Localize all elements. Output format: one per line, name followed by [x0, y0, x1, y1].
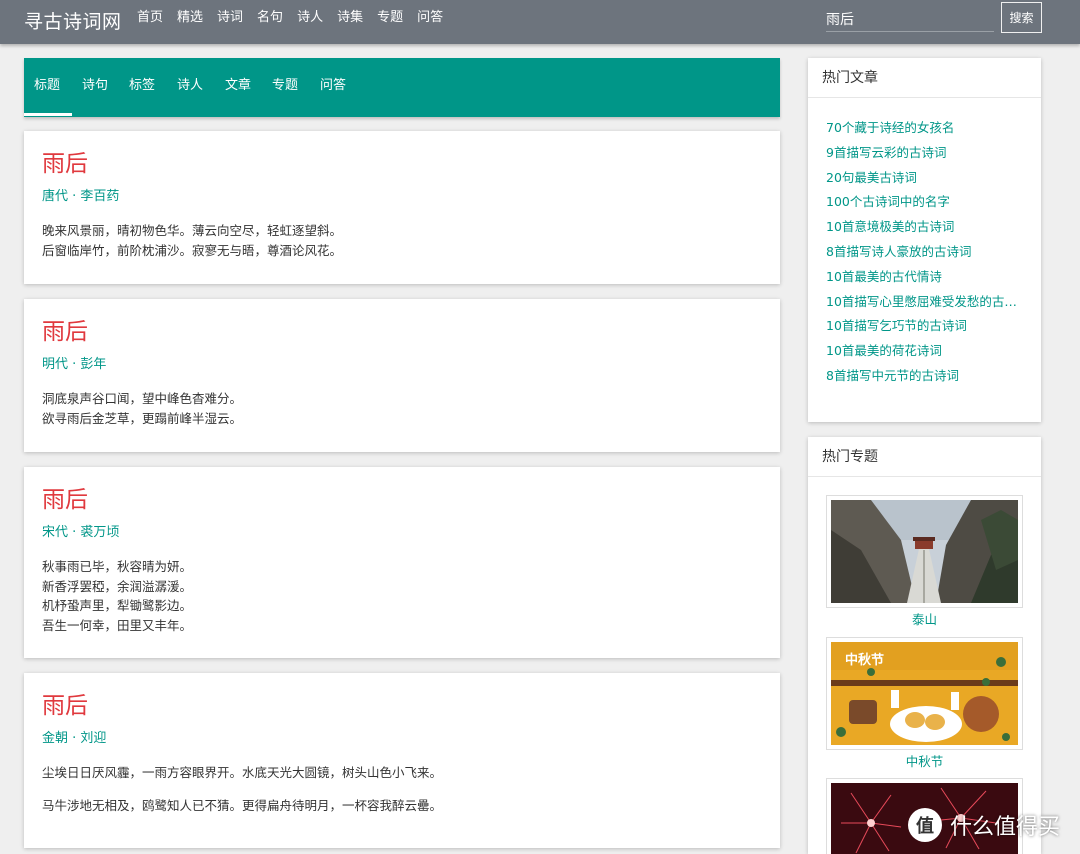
nav-item-topics[interactable]: 专题: [377, 10, 403, 26]
watermark-text: 什么值得买: [950, 815, 1061, 840]
poem-title[interactable]: 雨后: [42, 486, 88, 514]
poem-body: 晚来风景丽，晴初物色华。薄云向空尽，轻虹逐望斜。 后窗临岸竹，前阶枕浦沙。寂寥无…: [42, 221, 762, 260]
panel-heading: 热门文章: [808, 58, 1041, 98]
search-input[interactable]: [826, 7, 994, 32]
poem-author[interactable]: 唐代 · 李百药: [42, 189, 119, 205]
tab-topic[interactable]: 专题: [272, 78, 298, 94]
poem-line: 新香浮罢稏，余润溢潺湲。: [42, 578, 193, 594]
poem-line: 吾生一何幸，田里又丰年。: [42, 617, 193, 633]
top-navbar: 寻古诗词网 首页 精选 诗词 名句 诗人 诗集 专题 问答 搜索: [0, 0, 1080, 44]
tab-poet[interactable]: 诗人: [177, 78, 203, 94]
poem-line: 马牛涉地无相及，鸥鹭知人已不猜。更得扁舟待明月，一杯容我醉云罍。: [42, 797, 443, 813]
poem-title[interactable]: 雨后: [42, 150, 88, 178]
article-link[interactable]: 8首描写中元节的古诗词: [826, 364, 1023, 389]
hot-articles-panel: 热门文章 70个藏于诗经的女孩名 9首描写云彩的古诗词 20句最美古诗词 100…: [808, 58, 1041, 422]
article-link[interactable]: 20句最美古诗词: [826, 166, 1023, 191]
site-logo[interactable]: 寻古诗词网: [24, 7, 122, 34]
poem-line: 尘埃日日厌风霾，一雨方容眼界开。水底天光大圆镜，树头山色小飞来。: [42, 765, 443, 780]
mountain-gate-image[interactable]: [826, 495, 1023, 608]
search-button[interactable]: 搜索: [1001, 2, 1042, 33]
poem-card: 雨后 明代 · 彭年 洞底泉声谷口闻，望中峰色杳难分。 欲寻雨后金芝草，更蹋前峰…: [24, 299, 780, 452]
nav-item-famous-lines[interactable]: 名句: [257, 10, 283, 26]
hot-articles-list: 70个藏于诗经的女孩名 9首描写云彩的古诗词 20句最美古诗词 100个古诗词中…: [808, 98, 1041, 389]
poem-title[interactable]: 雨后: [42, 318, 88, 346]
topic-name[interactable]: 泰山: [826, 612, 1023, 628]
article-link[interactable]: 10首描写乞巧节的古诗词: [826, 314, 1023, 339]
poem-line: 欲寻雨后金芝草，更蹋前峰半湿云。: [42, 410, 243, 426]
poem-author[interactable]: 金朝 · 刘迎: [42, 731, 106, 747]
panel-heading: 热门专题: [808, 437, 1041, 477]
poem-card: 雨后 金朝 · 刘迎 尘埃日日厌风霾，一雨方容眼界开。水底天光大圆镜，树头山色小…: [24, 673, 780, 848]
tab-qa[interactable]: 问答: [320, 78, 346, 94]
mid-autumn-image[interactable]: 中秋节: [826, 637, 1023, 750]
poem-line: 晚来风景丽，晴初物色华。薄云向空尽，轻虹逐望斜。: [42, 223, 343, 238]
tab-title[interactable]: 标题: [34, 78, 60, 94]
site-watermark: 值 什么值得买: [908, 808, 1060, 842]
nav-item-featured[interactable]: 精选: [177, 10, 203, 26]
topic-card-taishan[interactable]: 泰山: [826, 495, 1023, 628]
topic-name[interactable]: 中秋节: [826, 754, 1023, 770]
poem-body: 洞底泉声谷口闻，望中峰色杳难分。 欲寻雨后金芝草，更蹋前峰半湿云。: [42, 389, 762, 428]
nav-item-qa[interactable]: 问答: [417, 10, 443, 26]
article-link[interactable]: 100个古诗词中的名字: [826, 190, 1023, 215]
nav-item-home[interactable]: 首页: [137, 10, 163, 26]
topic-card-mid-autumn[interactable]: 中秋节 中秋节: [826, 637, 1023, 770]
tab-article[interactable]: 文章: [225, 78, 251, 94]
poem-card: 雨后 宋代 · 裘万顷 秋事雨已毕，秋容晴为妍。 新香浮罢稏，余润溢潺湲。 机杼…: [24, 467, 780, 658]
poem-line: 机杼蛩声里，犁锄鹭影边。: [42, 598, 193, 613]
tab-tag[interactable]: 标签: [129, 78, 155, 94]
article-link[interactable]: 8首描写诗人豪放的古诗词: [826, 240, 1023, 265]
watermark-logo-icon: 值: [908, 808, 942, 842]
article-link[interactable]: 9首描写云彩的古诗词: [826, 141, 1023, 166]
poem-author[interactable]: 宋代 · 裘万顷: [42, 525, 119, 541]
article-link[interactable]: 10首意境极美的古诗词: [826, 215, 1023, 240]
article-link[interactable]: 10首描写心里憋屈难受发愁的古诗词: [826, 290, 1023, 315]
hot-topics-panel: 热门专题 泰山 中秋节 中秋节: [808, 437, 1041, 854]
poem-author[interactable]: 明代 · 彭年: [42, 357, 106, 373]
poem-title[interactable]: 雨后: [42, 692, 88, 720]
active-tab-indicator: [24, 113, 72, 116]
nav-item-poems[interactable]: 诗词: [217, 10, 243, 26]
poem-card: 雨后 唐代 · 李百药 晚来风景丽，晴初物色华。薄云向空尽，轻虹逐望斜。 后窗临…: [24, 131, 780, 284]
poem-line: 后窗临岸竹，前阶枕浦沙。寂寥无与晤，尊酒论风花。: [42, 242, 343, 258]
poem-body: 秋事雨已毕，秋容晴为妍。 新香浮罢稏，余润溢潺湲。 机杼蛩声里，犁锄鹭影边。 吾…: [42, 557, 762, 635]
poem-body: 尘埃日日厌风霾，一雨方容眼界开。水底天光大圆镜，树头山色小飞来。 马牛涉地无相及…: [42, 763, 762, 815]
search-category-tabs: 标题 诗句 标签 诗人 文章 专题 问答: [24, 58, 780, 117]
image-caption-text: 中秋节: [845, 652, 884, 668]
article-link[interactable]: 70个藏于诗经的女孩名: [826, 116, 1023, 141]
tab-verse[interactable]: 诗句: [82, 78, 108, 94]
poem-line: 洞底泉声谷口闻，望中峰色杳难分。: [42, 391, 243, 406]
nav-item-poets[interactable]: 诗人: [297, 10, 323, 26]
nav-item-collections[interactable]: 诗集: [337, 10, 363, 26]
main-nav: 首页 精选 诗词 名句 诗人 诗集 专题 问答: [137, 10, 457, 26]
article-link[interactable]: 10首最美的荷花诗词: [826, 339, 1023, 364]
article-link[interactable]: 10首最美的古代情诗: [826, 265, 1023, 290]
poem-line: 秋事雨已毕，秋容晴为妍。: [42, 559, 193, 574]
